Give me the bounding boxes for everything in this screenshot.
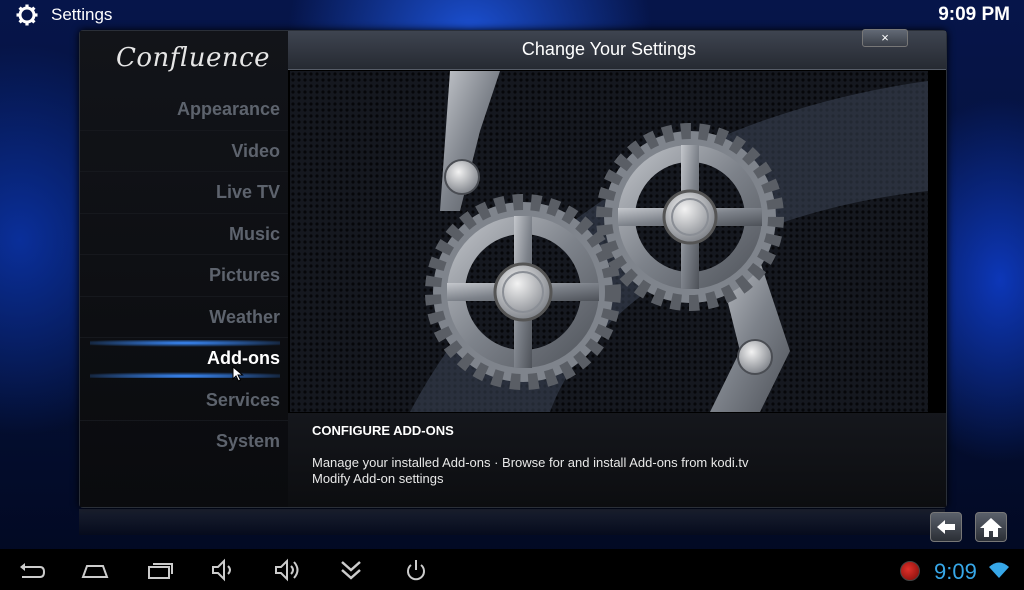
menu-item-add-ons-label: Add-ons [207, 348, 280, 368]
top-clock: 9:09 PM [938, 4, 1010, 25]
close-button[interactable]: × [862, 29, 908, 47]
menu-item-weather[interactable]: Weather [80, 297, 288, 338]
menu-item-services[interactable]: Services [80, 380, 288, 421]
menu-item-pictures[interactable]: Pictures [80, 255, 288, 297]
settings-menu: Appearance Video Live TV Music Pictures … [80, 89, 288, 463]
confluence-logo: Confluence [116, 43, 271, 73]
menu-item-video[interactable]: Video [80, 131, 288, 172]
android-navigation-bar [0, 549, 1024, 590]
home-icon [980, 518, 1002, 537]
panel-title: Change Your Settings [521, 39, 697, 59]
top-bar: Settings 9:09 PM [0, 0, 1024, 30]
menu-item-appearance[interactable]: Appearance [80, 89, 288, 131]
bottom-strip [79, 509, 945, 535]
description-line-1: Manage your installed Add-ons · Browse f… [312, 455, 749, 470]
menu-item-add-ons[interactable]: Add-ons [80, 338, 288, 382]
power-icon[interactable] [401, 557, 431, 583]
android-back-icon[interactable] [16, 557, 46, 583]
back-button[interactable] [930, 512, 962, 542]
description-title: CONFIGURE ADD-ONS [312, 423, 454, 438]
double-chevron-down-icon[interactable] [336, 557, 366, 583]
status-bar-clock: 9:09 [934, 559, 977, 584]
gear-icon [16, 4, 38, 26]
home-button[interactable] [975, 512, 1007, 542]
wifi-icon [989, 562, 1009, 578]
description-line-2: Modify Add-on settings [312, 471, 444, 486]
description-box: CONFIGURE ADD-ONS Manage your installed … [288, 413, 946, 507]
panel-header: Change Your Settings [288, 31, 946, 70]
settings-panel: Confluence Appearance Video Live TV Musi… [79, 29, 947, 508]
back-arrow-icon [937, 520, 955, 534]
addons-gears-artwork [290, 71, 928, 412]
volume-down-icon[interactable] [209, 557, 239, 583]
volume-up-icon[interactable] [272, 557, 302, 583]
menu-item-music[interactable]: Music [80, 214, 288, 255]
window-title: Settings [51, 5, 113, 24]
sidebar: Confluence Appearance Video Live TV Musi… [80, 31, 288, 507]
record-indicator-icon [900, 561, 920, 581]
android-home-icon[interactable] [80, 557, 110, 583]
android-recents-icon[interactable] [145, 557, 175, 583]
menu-item-system[interactable]: System [80, 421, 288, 463]
menu-item-live-tv[interactable]: Live TV [80, 172, 288, 214]
